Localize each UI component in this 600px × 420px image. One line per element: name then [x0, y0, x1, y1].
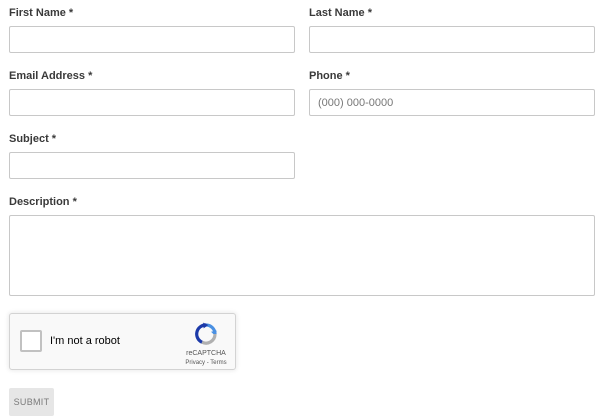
- phone-label: Phone *: [309, 70, 350, 82]
- email-input[interactable]: [9, 89, 295, 116]
- submit-button[interactable]: SUBMIT: [9, 388, 54, 416]
- subject-input[interactable]: [9, 152, 295, 179]
- phone-input[interactable]: [309, 89, 595, 116]
- email-label: Email Address *: [9, 70, 93, 82]
- last-name-label: Last Name *: [309, 7, 372, 19]
- last-name-input[interactable]: [309, 26, 595, 53]
- recaptcha-checkbox[interactable]: [20, 330, 42, 352]
- first-name-label: First Name *: [9, 7, 74, 19]
- recaptcha-brand: reCAPTCHA: [186, 350, 226, 357]
- recaptcha-logo-icon: [195, 322, 217, 345]
- description-textarea[interactable]: [9, 215, 595, 296]
- first-name-input[interactable]: [9, 26, 295, 53]
- recaptcha-privacy-link[interactable]: Privacy: [185, 360, 205, 366]
- recaptcha-links: Privacy - Terms: [180, 359, 232, 367]
- recaptcha-terms-link[interactable]: Terms: [210, 360, 226, 366]
- recaptcha-widget: I'm not a robot reCAPTCHA Privacy - Term…: [9, 313, 236, 370]
- subject-label: Subject *: [9, 133, 57, 145]
- description-label: Description *: [9, 196, 77, 208]
- recaptcha-checkbox-label: I'm not a robot: [50, 335, 120, 347]
